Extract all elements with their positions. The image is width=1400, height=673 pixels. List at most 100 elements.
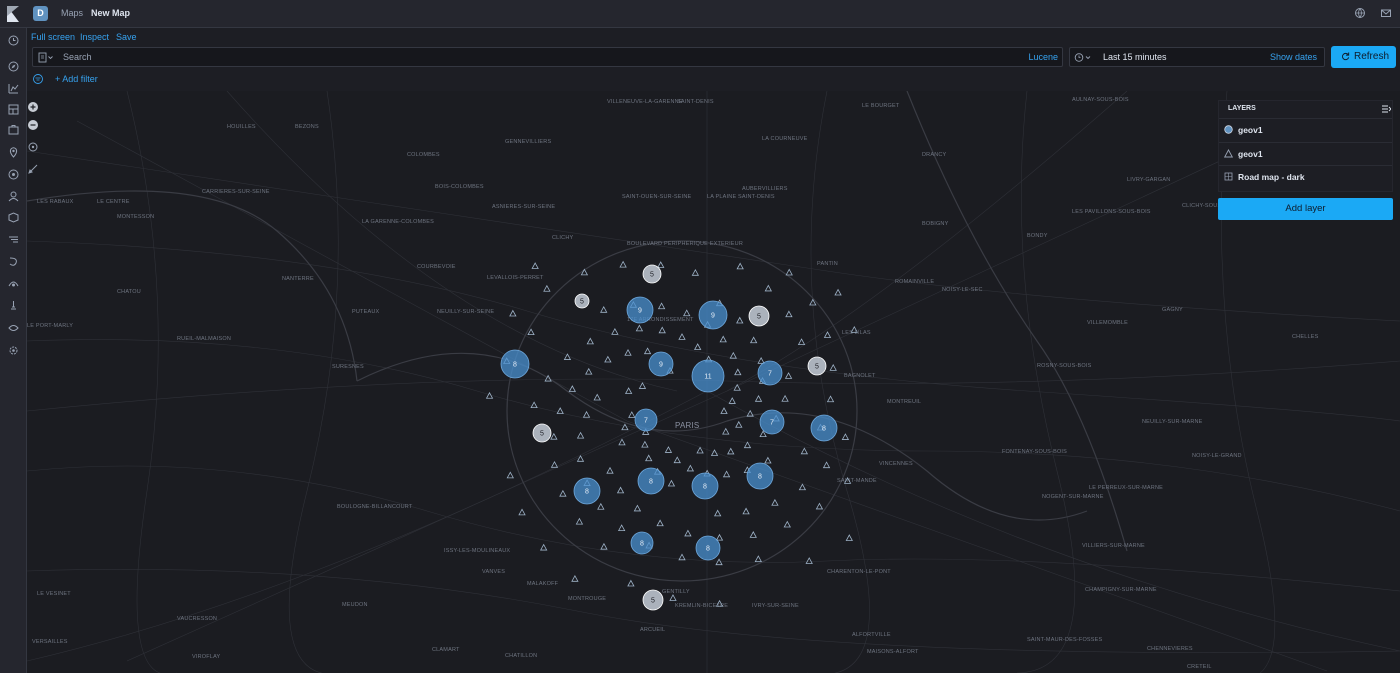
apm-icon[interactable] (7, 233, 20, 246)
triangle-marker[interactable] (485, 391, 494, 399)
time-range-label[interactable]: Last 15 minutes (1103, 52, 1167, 62)
triangle-marker[interactable] (722, 470, 731, 478)
triangle-marker[interactable] (785, 310, 793, 318)
triangle-marker[interactable] (585, 367, 593, 375)
triangle-marker[interactable] (597, 502, 605, 510)
triangle-marker[interactable] (809, 298, 817, 306)
triangle-marker[interactable] (797, 338, 806, 345)
triangle-marker[interactable] (669, 594, 677, 601)
triangle-marker[interactable] (664, 446, 673, 453)
triangle-marker[interactable] (783, 520, 791, 528)
maps-icon[interactable] (7, 146, 20, 159)
triangle-marker[interactable] (656, 519, 664, 527)
triangle-marker[interactable] (657, 261, 665, 268)
triangle-marker[interactable] (638, 382, 647, 389)
triangle-marker[interactable] (509, 309, 517, 317)
triangle-marker[interactable] (746, 409, 754, 417)
triangle-marker[interactable] (722, 427, 730, 435)
triangle-marker[interactable] (694, 343, 702, 350)
triangle-marker[interactable] (582, 410, 591, 418)
discover-compass-icon[interactable] (7, 60, 20, 73)
visualize-chart-icon[interactable] (7, 82, 20, 95)
triangle-marker[interactable] (720, 407, 728, 414)
triangle-marker[interactable] (728, 397, 736, 404)
triangle-marker[interactable] (823, 331, 832, 338)
triangle-marker[interactable] (618, 438, 626, 446)
triangle-marker[interactable] (800, 447, 809, 455)
triangle-marker[interactable] (757, 357, 765, 364)
saved-query-icon[interactable] (38, 52, 54, 63)
triangle-marker[interactable] (834, 288, 842, 296)
layer-row-geov1-circles[interactable]: geov1 (1219, 118, 1392, 140)
triangle-marker[interactable] (559, 489, 567, 497)
triangle-marker[interactable] (715, 533, 724, 541)
triangle-marker[interactable] (735, 420, 743, 428)
triangle-marker[interactable] (841, 433, 850, 440)
triangle-marker[interactable] (678, 333, 686, 340)
triangle-marker[interactable] (527, 328, 535, 336)
triangle-marker[interactable] (571, 575, 579, 582)
map-canvas[interactable]: VILLENEUVE-LA-GARENNE SAINT-DENIS LE BOURG… (27, 91, 1400, 673)
triangle-marker[interactable] (604, 355, 612, 363)
triangle-marker[interactable] (686, 464, 695, 472)
triangle-marker[interactable] (684, 529, 692, 537)
triangle-marker[interactable] (576, 431, 585, 439)
triangle-marker[interactable] (600, 542, 608, 550)
triangle-marker[interactable] (696, 446, 704, 454)
triangle-marker[interactable] (754, 394, 763, 402)
triangle-marker[interactable] (563, 353, 572, 360)
triangle-marker[interactable] (691, 268, 700, 276)
zoom-in-icon[interactable] (27, 101, 39, 113)
triangle-marker[interactable] (715, 599, 724, 607)
triangle-marker[interactable] (822, 461, 831, 469)
triangle-marker[interactable] (764, 284, 772, 292)
triangle-marker[interactable] (518, 508, 526, 516)
triangle-marker[interactable] (667, 479, 676, 487)
triangle-marker[interactable] (742, 507, 750, 515)
triangle-marker[interactable] (643, 347, 652, 355)
triangle-marker[interactable] (785, 268, 793, 276)
triangle-marker[interactable] (749, 531, 757, 538)
triangle-marker[interactable] (743, 441, 752, 449)
triangle-marker[interactable] (719, 335, 727, 343)
triangle-marker[interactable] (586, 337, 594, 345)
triangle-marker[interactable] (506, 471, 514, 479)
zoom-out-icon[interactable] (27, 119, 39, 131)
query-language-toggle[interactable]: Lucene (1028, 52, 1058, 62)
refresh-button[interactable]: Refresh (1331, 46, 1396, 68)
triangle-marker[interactable] (641, 440, 649, 448)
triangle-marker[interactable] (850, 326, 858, 333)
infrastructure-icon[interactable] (7, 190, 20, 203)
monitoring-icon[interactable] (7, 321, 20, 334)
triangle-marker[interactable] (530, 401, 538, 409)
triangle-marker[interactable] (580, 268, 589, 276)
triangle-marker[interactable] (624, 387, 633, 394)
uptime-icon[interactable] (7, 255, 20, 268)
triangle-marker[interactable] (616, 486, 625, 494)
inspect-link[interactable]: Inspect (80, 32, 109, 42)
triangle-marker[interactable] (771, 498, 779, 506)
triangle-marker[interactable] (710, 449, 719, 456)
triangle-marker[interactable] (543, 284, 551, 292)
triangle-marker[interactable] (754, 555, 762, 562)
triangle-marker[interactable] (575, 517, 584, 525)
triangle-marker[interactable] (749, 336, 758, 344)
triangle-marker[interactable] (733, 383, 741, 391)
triangle-marker[interactable] (727, 447, 735, 455)
triangle-marker[interactable] (611, 328, 619, 335)
triangle-marker[interactable] (568, 385, 576, 392)
logs-icon[interactable] (7, 211, 20, 224)
triangle-marker[interactable] (843, 477, 852, 484)
dev-tools-icon[interactable] (7, 299, 20, 312)
triangle-marker[interactable] (556, 407, 564, 414)
save-link[interactable]: Save (116, 32, 137, 42)
fullscreen-link[interactable]: Full screen (31, 32, 75, 42)
triangle-marker[interactable] (815, 502, 824, 510)
triangle-marker[interactable] (633, 504, 642, 512)
triangle-marker[interactable] (531, 262, 539, 269)
triangle-marker[interactable] (657, 302, 666, 310)
recent-clock-icon[interactable] (7, 34, 20, 47)
space-avatar[interactable]: D (33, 6, 48, 21)
mail-icon[interactable] (1380, 7, 1392, 19)
triangle-marker[interactable] (826, 395, 835, 403)
